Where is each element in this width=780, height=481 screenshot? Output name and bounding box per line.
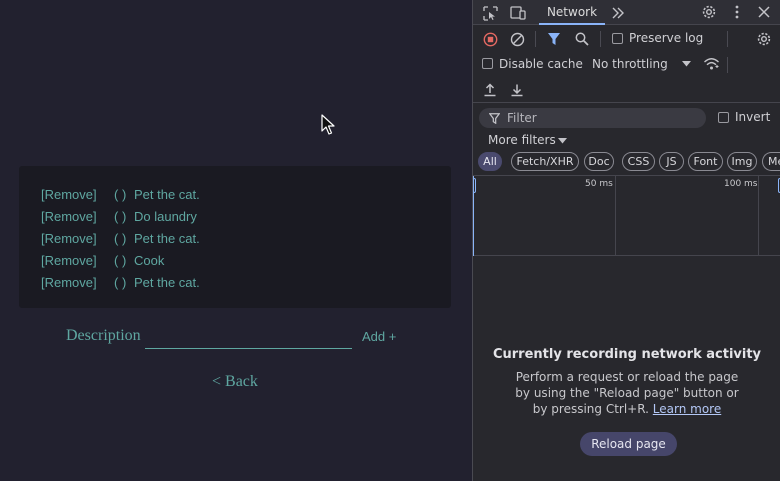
todo-checkbox[interactable]: ( ): [114, 187, 134, 202]
list-item: [Remove]( ) Cook: [41, 253, 164, 271]
network-conditions-icon[interactable]: [701, 55, 721, 73]
timeline-gridline: [615, 176, 616, 256]
import-har-icon[interactable]: [481, 81, 499, 99]
network-toolbar: Preserve log: [473, 26, 780, 52]
description-input[interactable]: [145, 326, 352, 349]
record-stop-icon[interactable]: [481, 30, 499, 48]
toolbar-divider: [535, 31, 536, 47]
empty-state-title: Currently recording network activity: [492, 347, 762, 362]
more-tabs-icon[interactable]: [609, 4, 627, 22]
filter-funnel-icon[interactable]: [545, 30, 563, 48]
filter-icon: [488, 111, 500, 125]
todo-checkbox[interactable]: ( ): [114, 253, 134, 268]
filter-chip-img[interactable]: Img: [727, 152, 757, 171]
invert-label: Invert: [735, 110, 771, 124]
caret-down-icon[interactable]: [557, 137, 567, 145]
filter-placeholder: Filter: [507, 111, 537, 125]
more-filters-button[interactable]: More filters: [488, 133, 556, 147]
todo-text: Do laundry: [134, 209, 197, 224]
list-item: [Remove]( ) Pet the cat.: [41, 187, 200, 205]
todo-checkbox[interactable]: ( ): [114, 209, 134, 224]
network-toolbar-row-3: [473, 78, 780, 103]
description-label: Description: [66, 327, 141, 344]
reload-page-button[interactable]: Reload page: [580, 432, 677, 456]
remove-button[interactable]: [Remove]: [41, 231, 114, 246]
devtools-tabbar: Network: [473, 0, 780, 25]
todo-checkbox[interactable]: ( ): [114, 231, 134, 246]
remove-button[interactable]: [Remove]: [41, 187, 114, 202]
todo-app: [Remove]( ) Pet the cat. [Remove]( ) Do la…: [0, 0, 472, 481]
todo-text: Cook: [134, 253, 165, 268]
disable-cache-checkbox[interactable]: [482, 58, 493, 69]
toolbar-divider: [600, 31, 601, 47]
todo-text: Pet the cat.: [134, 231, 200, 246]
filter-chip-media[interactable]: Me: [762, 152, 780, 171]
remove-button[interactable]: [Remove]: [41, 209, 114, 224]
network-settings-gear-icon[interactable]: [755, 30, 773, 48]
network-toolbar-row-2: Disable cache No throttling: [473, 52, 780, 78]
timeline-tick-label: 100 ms: [724, 179, 758, 189]
filter-chip-doc[interactable]: Doc: [584, 152, 614, 171]
empty-state-description: Perform a request or reload the page by …: [507, 369, 747, 417]
list-item: [Remove]( ) Pet the cat.: [41, 231, 200, 249]
settings-gear-icon[interactable]: [700, 3, 718, 21]
chevron-down-icon[interactable]: [680, 57, 692, 71]
remove-button[interactable]: [Remove]: [41, 275, 114, 290]
filter-input[interactable]: Filter: [479, 108, 706, 128]
add-button[interactable]: Add +: [362, 329, 396, 344]
remove-button[interactable]: [Remove]: [41, 253, 114, 268]
clear-icon[interactable]: [508, 30, 526, 48]
list-item: [Remove]( ) Do laundry: [41, 209, 197, 227]
device-toolbar-icon[interactable]: [509, 4, 527, 22]
tab-network[interactable]: Network: [539, 0, 605, 25]
filter-chip-fetch-xhr[interactable]: Fetch/XHR: [511, 152, 579, 171]
todo-checkbox[interactable]: ( ): [114, 275, 134, 290]
preserve-log-checkbox[interactable]: [612, 33, 623, 44]
mouse-cursor-icon: [321, 114, 335, 135]
filter-chip-all[interactable]: All: [478, 152, 502, 171]
invert-checkbox[interactable]: [718, 112, 729, 123]
throttling-select[interactable]: No throttling: [592, 57, 668, 71]
back-link[interactable]: < Back: [212, 373, 258, 391]
close-icon[interactable]: [755, 3, 773, 21]
devtools-panel: Network Preserve log Disable cache No th…: [472, 0, 780, 481]
todo-list: [Remove]( ) Pet the cat. [Remove]( ) Do la…: [19, 166, 451, 308]
disable-cache-label: Disable cache: [499, 57, 583, 71]
preserve-log-label: Preserve log: [629, 31, 704, 45]
list-item: [Remove]( ) Pet the cat.: [41, 275, 200, 293]
toolbar-divider: [727, 31, 728, 47]
filter-chip-css[interactable]: CSS: [622, 152, 655, 171]
todo-text: Pet the cat.: [134, 275, 200, 290]
toolbar-divider: [727, 57, 728, 73]
inspect-element-icon[interactable]: [481, 4, 499, 22]
timeline-gridline: [758, 176, 759, 256]
network-timeline-overview[interactable]: 50 ms 100 ms: [473, 175, 780, 256]
timeline-tick-label: 50 ms: [585, 179, 613, 189]
kebab-menu-icon[interactable]: [729, 3, 745, 21]
learn-more-link[interactable]: Learn more: [653, 402, 721, 416]
filter-chip-font[interactable]: Font: [688, 152, 723, 171]
timeline-selection-edge: [473, 176, 474, 256]
todo-text: Pet the cat.: [134, 187, 200, 202]
filter-chip-js[interactable]: JS: [659, 152, 684, 171]
search-icon[interactable]: [573, 30, 591, 48]
export-har-icon[interactable]: [508, 81, 526, 99]
